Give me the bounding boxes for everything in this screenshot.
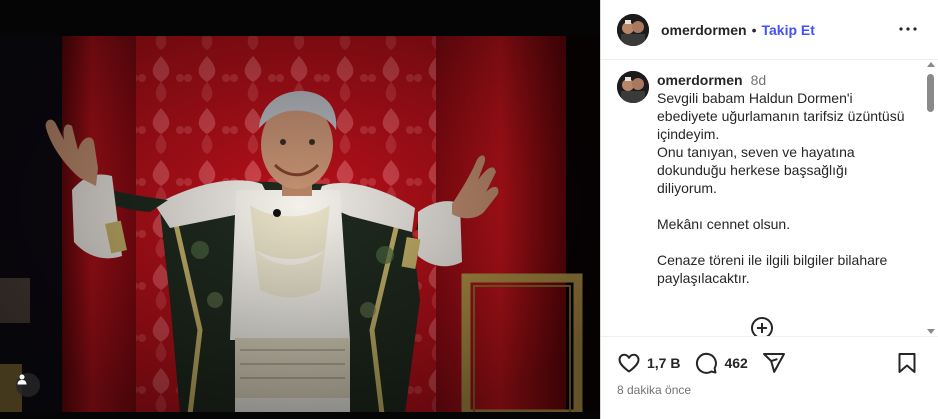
- caption-line: dokunduğu herkese başsağlığı: [657, 162, 848, 178]
- post-time-ago[interactable]: 8 dakika önce: [617, 383, 691, 397]
- header-username[interactable]: omerdormen: [661, 22, 747, 38]
- caption-line: ebediyete uğurlamanın tarifsiz üzüntüsü: [657, 108, 905, 124]
- avatar[interactable]: [617, 71, 649, 103]
- caption-body: omerdormen 8d Sevgili babam Haldun Dorme…: [657, 71, 912, 287]
- more-horizontal-icon[interactable]: [897, 18, 919, 40]
- user-tag-icon[interactable]: [16, 373, 40, 397]
- caption-line: Mekânı cennet olsun.: [657, 216, 791, 232]
- scrollbar-thumb[interactable]: [927, 74, 934, 112]
- share-icon[interactable]: [762, 351, 786, 375]
- post-header: omerdormen • Takip Et: [601, 0, 938, 60]
- follow-button[interactable]: Takip Et: [761, 22, 814, 38]
- scroll-up-arrow-icon[interactable]: [927, 62, 935, 67]
- comment-count[interactable]: 462: [724, 355, 747, 371]
- caption-line: Onu tanıyan, seven ve hayatına: [657, 144, 855, 160]
- caption-line: Cenaze töreni ile ilgili bilgiler bilaha…: [657, 252, 888, 268]
- avatar[interactable]: [617, 13, 649, 46]
- plus-circle-icon[interactable]: [750, 316, 774, 336]
- heart-icon[interactable]: [617, 351, 641, 375]
- caption-line: içindeyim.: [657, 126, 720, 142]
- post-actions: 1,7 B 462 8 dakika önce: [601, 336, 938, 419]
- caption-time[interactable]: 8d: [751, 71, 767, 89]
- post-photo: [0, 0, 600, 419]
- post-sidebar: omerdormen • Takip Et omerdormen 8d Sevg…: [600, 0, 938, 419]
- bookmark-icon[interactable]: [895, 351, 919, 375]
- post-image[interactable]: [0, 0, 600, 419]
- scroll-down-arrow-icon[interactable]: [927, 329, 935, 334]
- caption-line: paylaşılacaktır.: [657, 270, 750, 286]
- post-caption: omerdormen 8d Sevgili babam Haldun Dorme…: [617, 71, 912, 287]
- caption-line: diliyorum.: [657, 180, 717, 196]
- comments-list[interactable]: omerdormen 8d Sevgili babam Haldun Dorme…: [601, 61, 938, 336]
- separator-dot: •: [751, 21, 757, 38]
- like-count[interactable]: 1,7 B: [647, 355, 680, 371]
- comments-scrollbar[interactable]: [926, 62, 935, 334]
- caption-line: Sevgili babam Haldun Dormen'i: [657, 90, 853, 106]
- caption-username[interactable]: omerdormen: [657, 71, 743, 89]
- comment-icon[interactable]: [694, 351, 718, 375]
